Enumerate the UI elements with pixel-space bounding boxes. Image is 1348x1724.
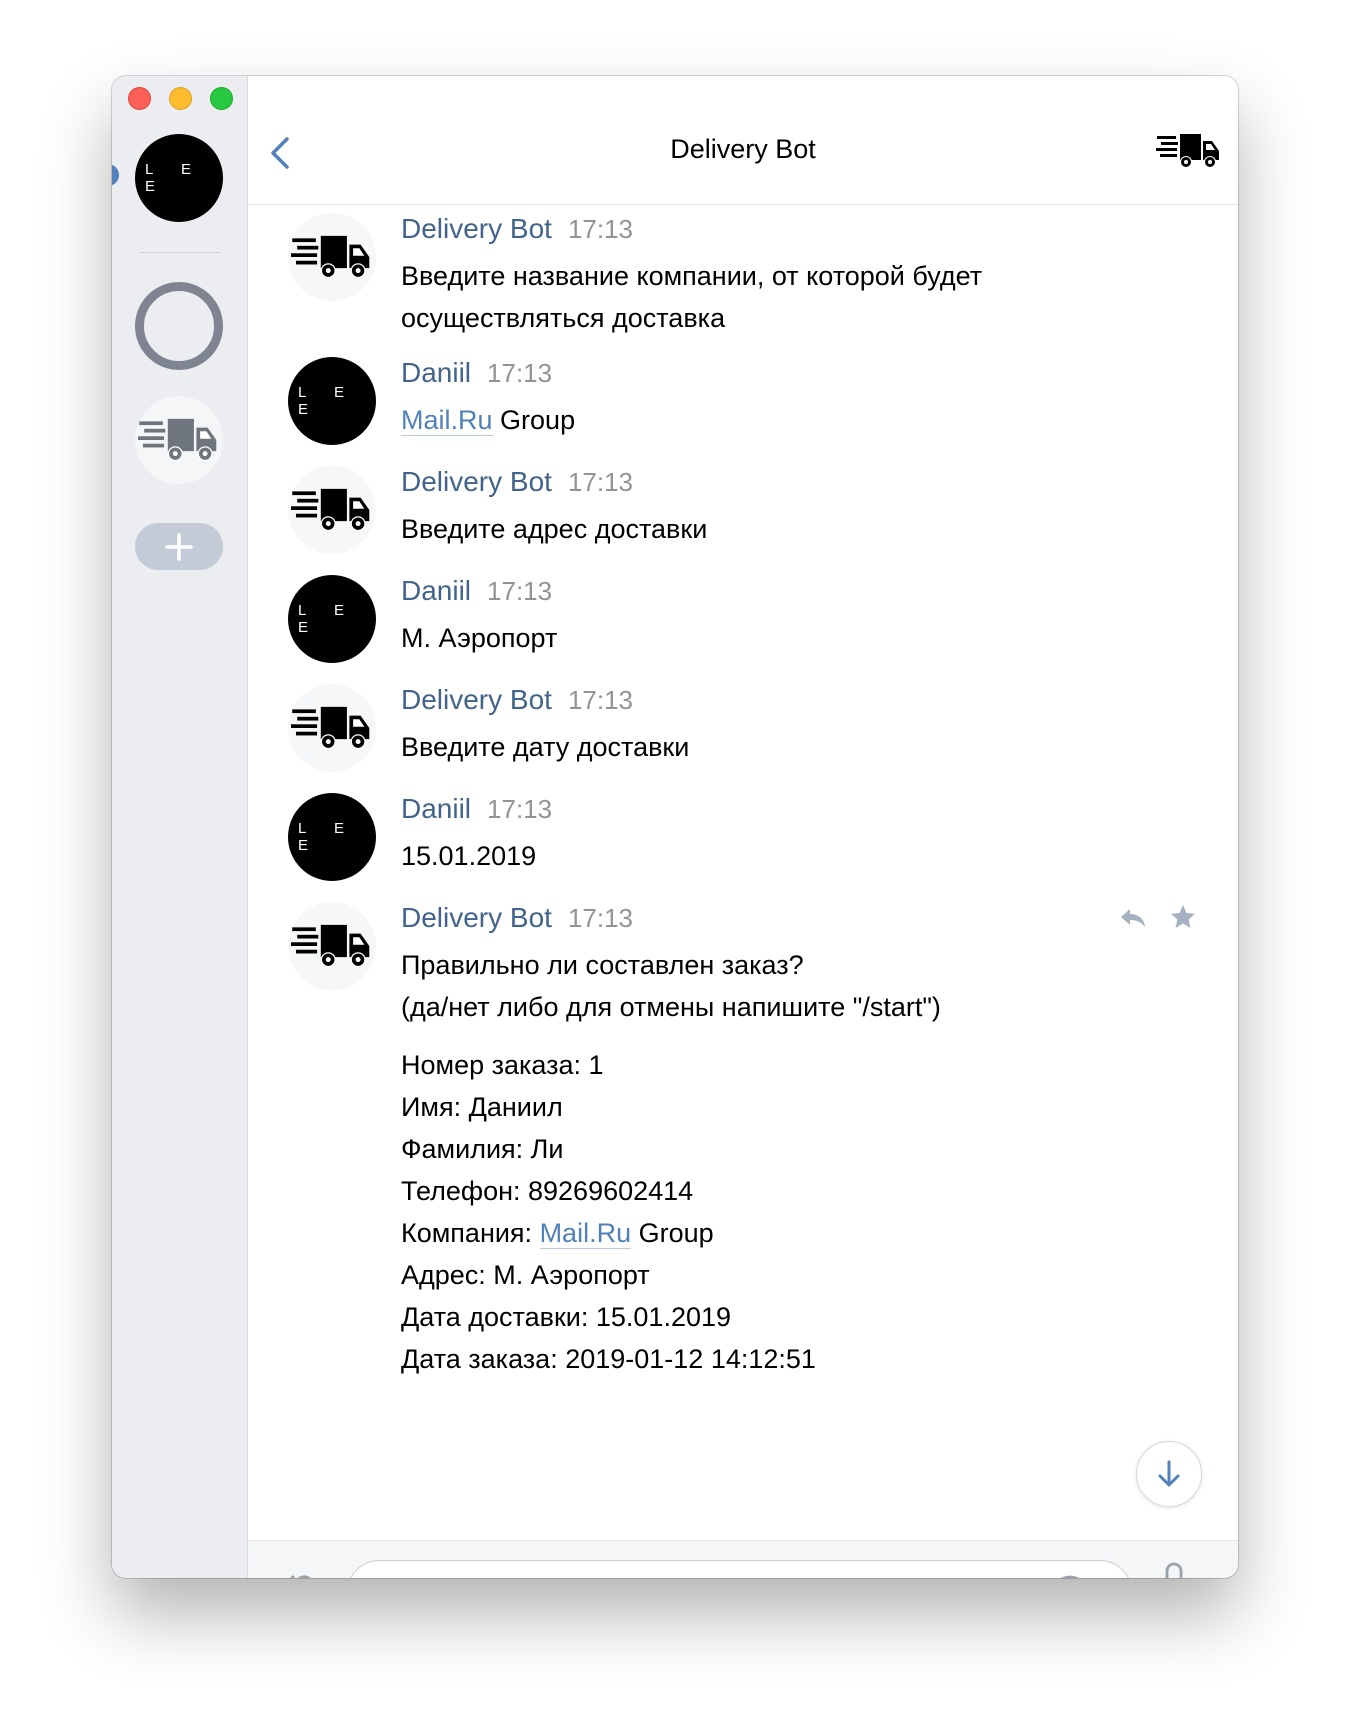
- message-list[interactable]: Delivery Bot 17:13 Введите название комп…: [248, 205, 1238, 1540]
- message-time: 17:13: [487, 794, 553, 824]
- message-author[interactable]: Daniil: [401, 357, 471, 389]
- order-address: Адрес: М. Аэропорт: [401, 1260, 650, 1290]
- message-header: Daniil 17:13: [401, 793, 552, 827]
- star-icon[interactable]: [1168, 902, 1198, 932]
- plus-icon: [165, 532, 193, 561]
- voice-message-button[interactable]: [1156, 1561, 1192, 1578]
- chat-header: Delivery Bot: [248, 76, 1238, 205]
- camera-icon: [997, 1575, 1037, 1578]
- reply-icon[interactable]: [1118, 902, 1148, 932]
- order-phone: Телефон: 89269602414: [401, 1176, 694, 1206]
- emoji-button[interactable]: [1050, 1574, 1090, 1578]
- truck-icon: [291, 232, 373, 282]
- camera-button[interactable]: [997, 1575, 1037, 1578]
- order-company-prefix: Компания:: [401, 1218, 540, 1248]
- message-header: Daniil 17:13: [401, 575, 552, 609]
- message-line: Group: [500, 405, 576, 435]
- sidebar-ring-avatar[interactable]: [135, 282, 223, 370]
- message-text: Mail.Ru Group: [401, 399, 1198, 441]
- message-text: Введите адрес доставки: [401, 508, 1198, 550]
- sidebar-divider: [140, 252, 220, 253]
- message-input[interactable]: [347, 1561, 1019, 1578]
- message-time: 17:13: [487, 358, 553, 388]
- scroll-down-button[interactable]: [1136, 1441, 1202, 1507]
- order-company-suffix: Group: [638, 1218, 714, 1248]
- message-composer: [248, 1540, 1238, 1578]
- message-link[interactable]: Mail.Ru: [539, 1218, 632, 1249]
- user-avatar[interactable]: L E E: [288, 357, 376, 445]
- attach-button[interactable]: [276, 1571, 314, 1578]
- bot-avatar[interactable]: [288, 213, 376, 301]
- avatar-label: L E E: [298, 384, 356, 418]
- message-line: Правильно ли составлен заказ?: [401, 950, 804, 980]
- message-time: 17:13: [567, 685, 634, 715]
- message-text: М. Аэропорт: [401, 617, 1198, 659]
- truck-icon: [291, 921, 373, 971]
- message-author[interactable]: Daniil: [401, 793, 471, 825]
- truck-icon: [138, 415, 220, 465]
- truck-icon: [1156, 131, 1222, 171]
- bot-avatar[interactable]: [288, 902, 376, 990]
- message-author[interactable]: Delivery Bot: [401, 213, 552, 245]
- message-header: Daniil 17:13: [401, 357, 552, 391]
- message-header: Delivery Bot 17:13: [401, 902, 633, 936]
- message-author[interactable]: Delivery Bot: [401, 466, 552, 498]
- message-line: Введите название компании, от которой бу…: [401, 261, 983, 291]
- message-line: Введите дату доставки: [401, 732, 690, 762]
- message-header: Delivery Bot 17:13: [401, 684, 633, 718]
- chat-title: Delivery Bot: [670, 134, 816, 164]
- message-text: Введите название компании, от которой бу…: [401, 255, 1198, 339]
- bot-avatar[interactable]: [288, 684, 376, 772]
- message-text: Введите дату доставки: [401, 726, 1198, 768]
- account-sidebar: L E E: [112, 76, 248, 1578]
- message-link[interactable]: Mail.Ru: [401, 405, 493, 436]
- order-surname: Фамилия: Ли: [401, 1134, 564, 1164]
- message-text: 15.01.2019: [401, 835, 1198, 877]
- order-number: Номер заказа: 1: [401, 1050, 604, 1080]
- message-line: М. Аэропорт: [401, 623, 558, 653]
- smile-icon: [1060, 1575, 1080, 1578]
- bot-avatar[interactable]: [288, 466, 376, 554]
- message-text: Правильно ли составлен заказ? (да/нет ли…: [401, 944, 1198, 1380]
- microphone-icon: [1165, 1562, 1183, 1578]
- window-maximize-button[interactable]: [210, 87, 233, 110]
- message-header: Delivery Bot 17:13: [401, 466, 633, 500]
- message-author[interactable]: Delivery Bot: [401, 902, 552, 934]
- message-header: Delivery Bot 17:13: [401, 213, 633, 247]
- avatar-label: L E E: [145, 161, 203, 195]
- message-line: осуществляться доставка: [401, 303, 726, 333]
- message-line: Введите адрес доставки: [401, 514, 708, 544]
- window-minimize-button[interactable]: [169, 87, 192, 110]
- message-actions: [1118, 902, 1198, 932]
- user-avatar[interactable]: L E E: [288, 793, 376, 881]
- window-close-button[interactable]: [128, 87, 151, 110]
- order-name: Имя: Даниил: [401, 1092, 563, 1122]
- message-time: 17:13: [567, 903, 634, 933]
- app-window: L E E Delivery Bot Delivery Bot 17:13 Вв…: [112, 76, 1238, 1578]
- message-line: 15.01.2019: [401, 841, 537, 871]
- message-line: (да/нет либо для отмены напишите "/start…: [401, 992, 941, 1022]
- message-author[interactable]: Daniil: [401, 575, 471, 607]
- avatar-label: L E E: [298, 602, 356, 636]
- order-delivery-date: Дата доставки: 15.01.2019: [401, 1302, 732, 1332]
- order-company: Компания: Mail.Ru Group: [401, 1212, 1198, 1254]
- message-time: 17:13: [567, 467, 634, 497]
- order-date: Дата заказа: 2019-01-12 14:12:51: [401, 1344, 816, 1374]
- header-avatar[interactable]: [1156, 131, 1222, 176]
- arrow-down-icon: [1158, 1460, 1180, 1487]
- message-input-box: [346, 1560, 1133, 1578]
- sidebar-bot-avatar[interactable]: [135, 396, 223, 484]
- message-author[interactable]: Delivery Bot: [401, 684, 552, 716]
- paperclip-icon: [289, 1575, 311, 1578]
- sidebar-user-avatar[interactable]: L E E: [135, 134, 223, 222]
- truck-icon: [291, 485, 373, 535]
- avatar-label: L E E: [298, 820, 356, 854]
- truck-icon: [291, 703, 373, 753]
- add-account-button[interactable]: [135, 523, 223, 570]
- message-time: 17:13: [487, 576, 553, 606]
- message-time: 17:13: [567, 214, 634, 244]
- user-avatar[interactable]: L E E: [288, 575, 376, 663]
- active-indicator: [112, 164, 119, 186]
